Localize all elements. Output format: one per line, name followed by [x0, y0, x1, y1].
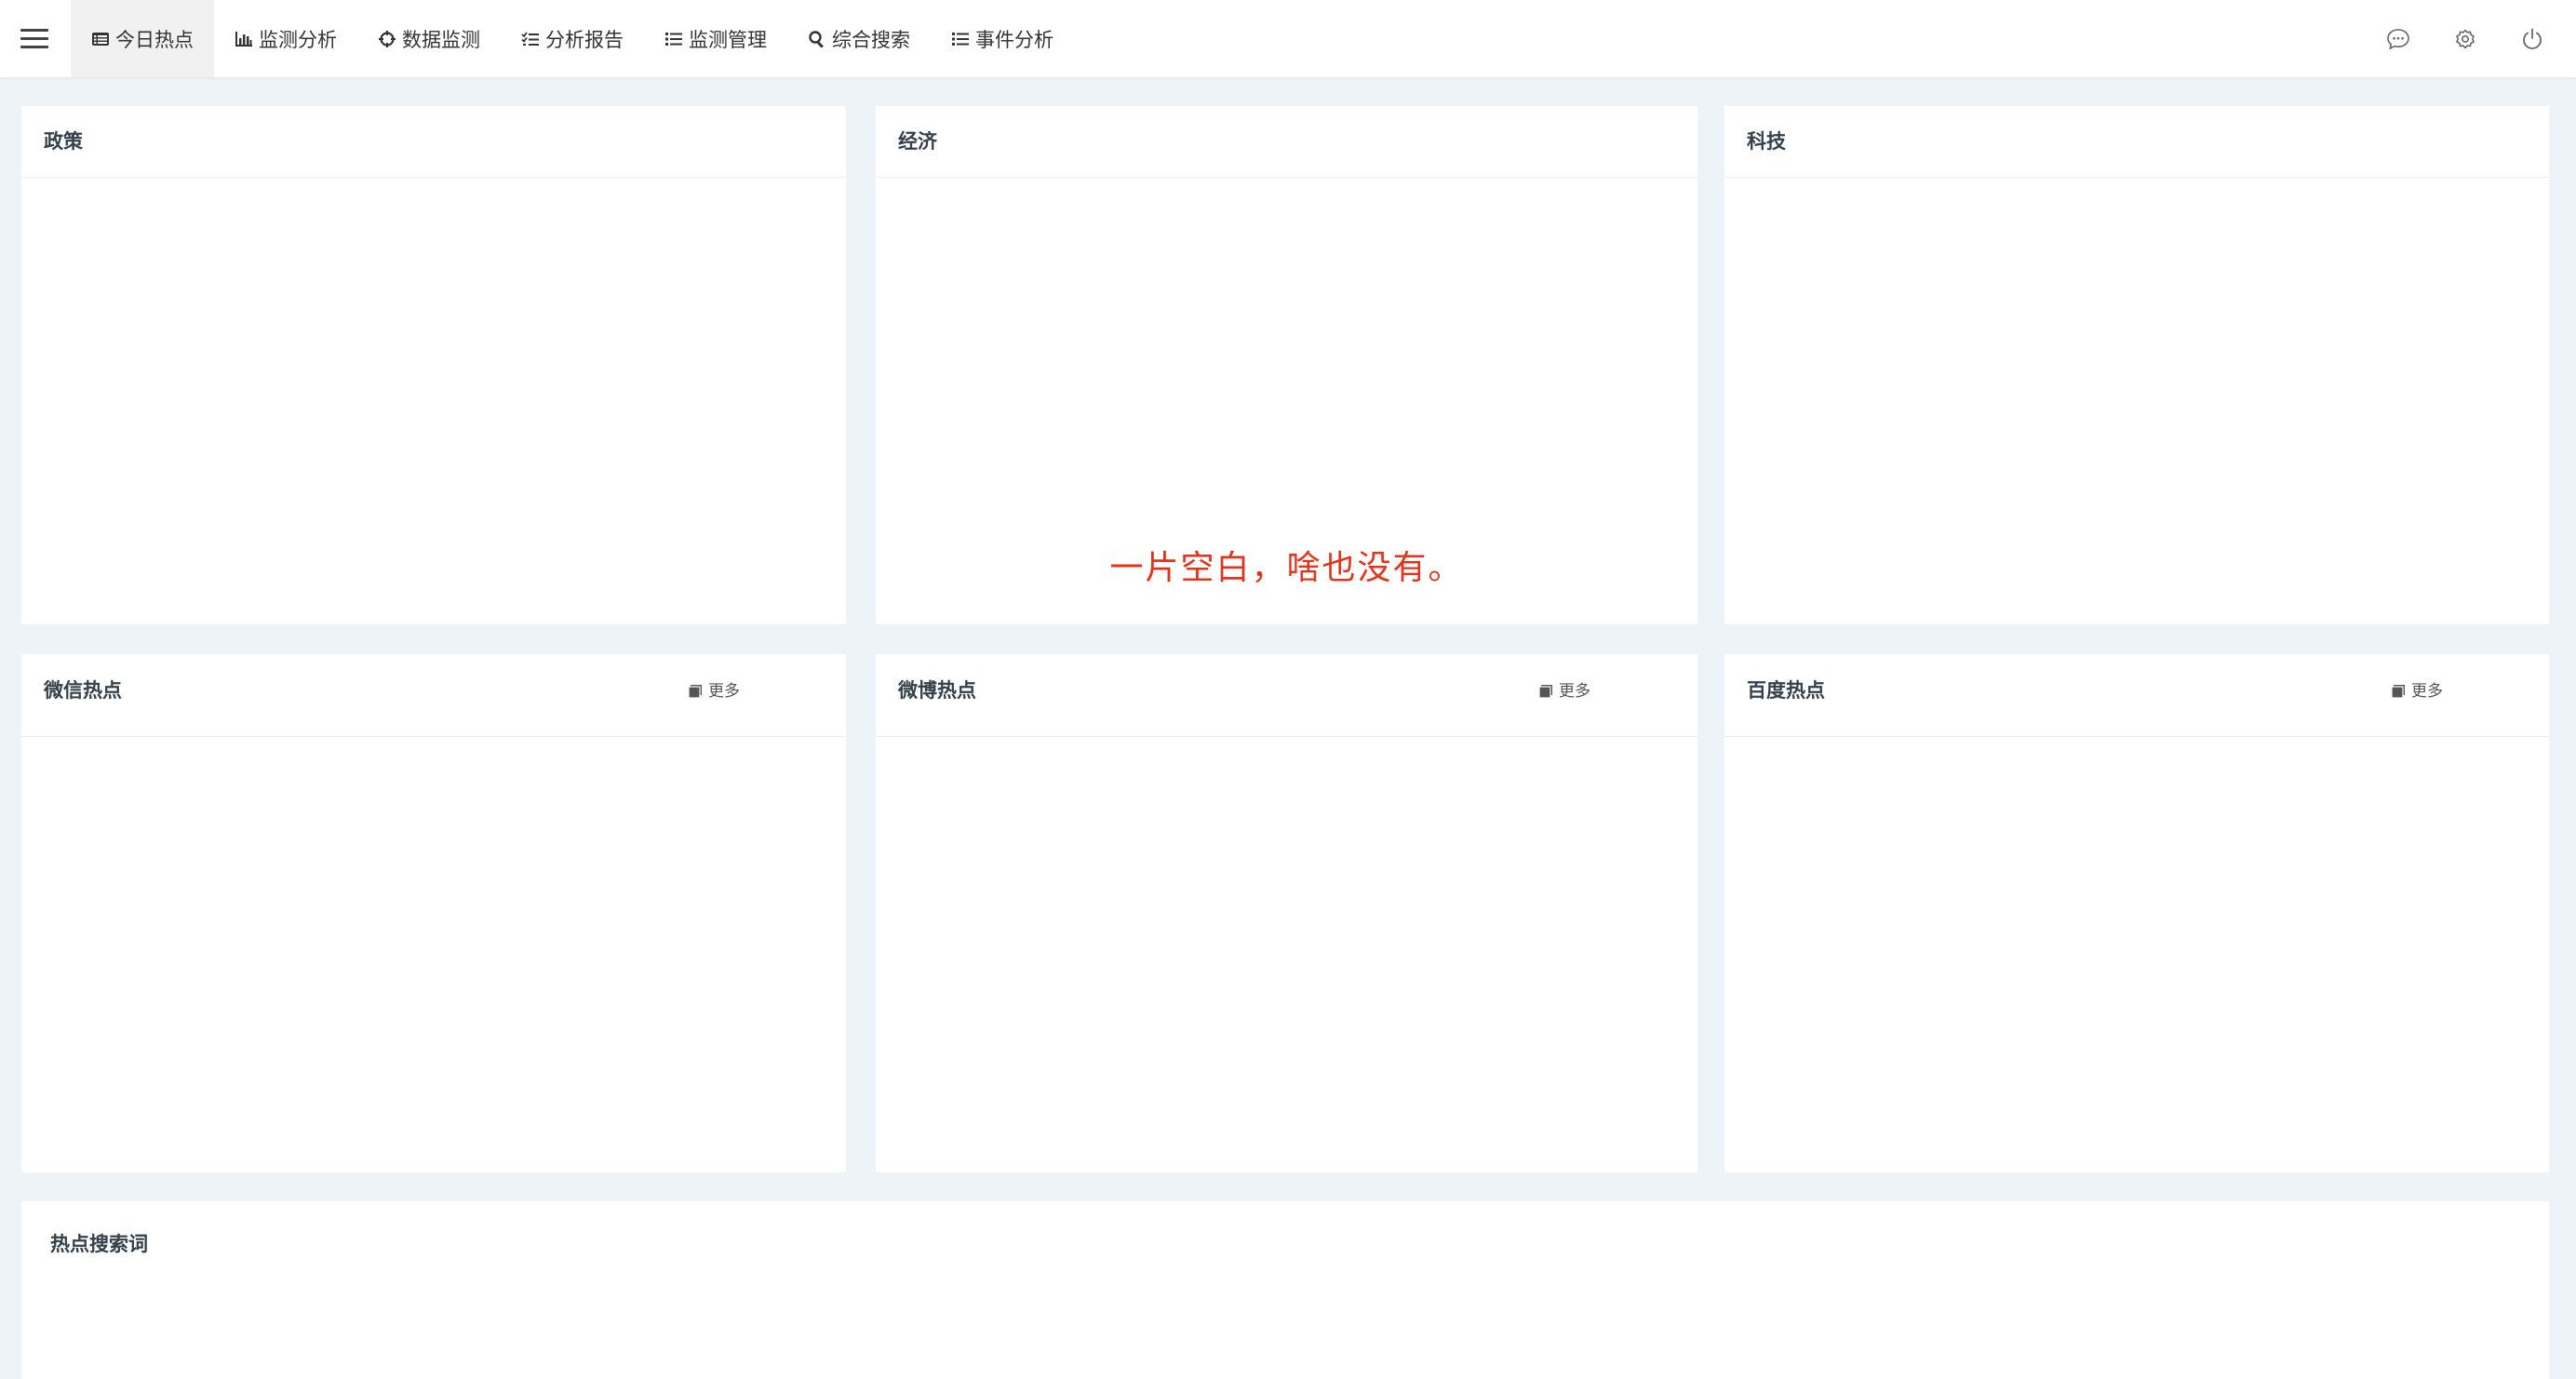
search-icon [808, 30, 826, 48]
baidu-hot-panel: 百度热点 更多 [1724, 654, 2549, 1172]
panel-title: 政策 [44, 130, 83, 153]
panel-header: 百度热点 更多 [1724, 654, 2549, 737]
more-label: 更多 [1559, 682, 1590, 701]
tasks-icon [521, 30, 540, 48]
panel-title: 百度热点 [1747, 679, 1825, 702]
nav-item-label: 分析报告 [545, 28, 624, 51]
tech-panel: 科技 [1724, 106, 2549, 624]
nav-item-label: 数据监测 [402, 28, 480, 51]
panel-header: 科技 [1724, 106, 2549, 178]
panel-title: 微信热点 [44, 679, 122, 702]
panel-header: 经济 [876, 106, 1697, 178]
list-icon [951, 30, 970, 48]
nav-item-label: 监测管理 [689, 28, 767, 51]
right-toolbar [2355, 0, 2556, 77]
more-link[interactable]: 更多 [688, 654, 740, 729]
panel-title: 经济 [898, 130, 937, 153]
wechat-hot-panel: 微信热点 更多 [21, 654, 846, 1172]
nav-item-label: 今日热点 [115, 28, 194, 51]
panel-header: 微博热点 更多 [876, 654, 1697, 737]
panel-title: 热点搜索词 [50, 1233, 148, 1255]
hot-search-terms-panel: 热点搜索词 [21, 1201, 2549, 1379]
more-label: 更多 [708, 682, 740, 701]
message-icon[interactable] [2375, 16, 2422, 62]
nav-item-today-hot[interactable]: 今日热点 [71, 0, 214, 77]
list-icon [664, 30, 683, 48]
panel-title: 微博热点 [898, 679, 976, 702]
economy-panel: 经济 一片空白，啥也没有。 [876, 106, 1697, 624]
nav-item-monitor-analysis[interactable]: 监测分析 [214, 0, 357, 77]
panel-title: 科技 [1747, 130, 1786, 153]
top-navbar: 今日热点 监测分析 数据监测 分析报告 监测管理 综合搜索 事件分析 [0, 0, 2576, 77]
nav-item-label: 事件分析 [975, 28, 1053, 51]
more-link[interactable]: 更多 [2391, 654, 2443, 729]
list-alt-icon [91, 30, 110, 48]
main-nav: 今日热点 监测分析 数据监测 分析报告 监测管理 综合搜索 事件分析 [71, 0, 1074, 77]
book-icon [688, 685, 702, 699]
menu-toggle-icon[interactable] [0, 0, 69, 77]
book-icon [2391, 685, 2405, 699]
panel-header: 政策 [21, 106, 846, 178]
nav-item-analysis-report[interactable]: 分析报告 [501, 0, 644, 77]
nav-item-label: 综合搜索 [832, 28, 910, 51]
settings-icon[interactable] [2442, 16, 2489, 62]
nav-item-data-monitor[interactable]: 数据监测 [357, 0, 501, 77]
crosshairs-icon [378, 30, 396, 48]
weibo-hot-panel: 微博热点 更多 [876, 654, 1697, 1172]
more-label: 更多 [2411, 682, 2443, 701]
nav-item-label: 监测分析 [259, 28, 337, 51]
power-icon[interactable] [2509, 16, 2556, 62]
policy-panel: 政策 [21, 106, 846, 624]
nav-item-monitor-manage[interactable]: 监测管理 [644, 0, 787, 77]
empty-message: 一片空白，啥也没有。 [1109, 549, 1464, 587]
more-link[interactable]: 更多 [1538, 654, 1590, 729]
bar-chart-icon [235, 30, 253, 48]
book-icon [1538, 685, 1552, 699]
panel-header: 微信热点 更多 [21, 654, 846, 737]
nav-item-search[interactable]: 综合搜索 [787, 0, 931, 77]
nav-item-event-analysis[interactable]: 事件分析 [931, 0, 1074, 77]
